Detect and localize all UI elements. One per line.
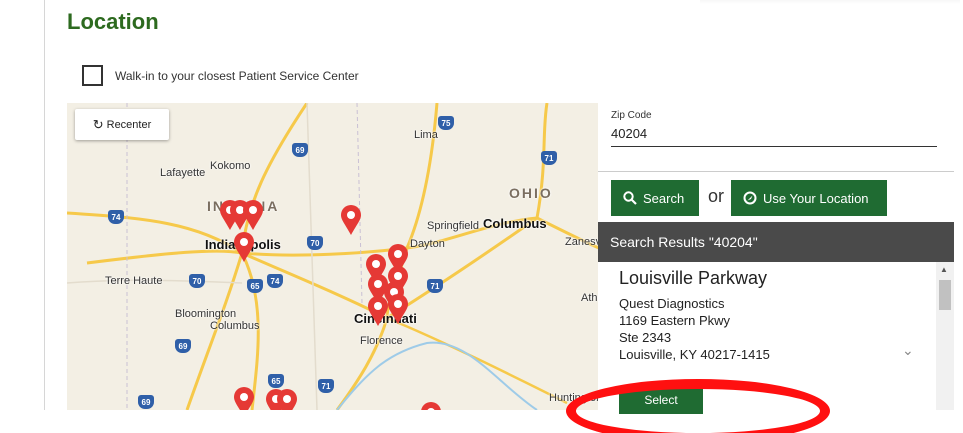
map-city-label: Florence [360,335,403,347]
scrollbar-thumb[interactable] [939,280,951,310]
map-pin[interactable] [233,231,255,263]
results-scrollbar[interactable]: ▲ [936,262,954,410]
route-shield: 71 [318,379,334,393]
map-pin[interactable] [367,295,389,327]
search-button-label: Search [643,190,685,206]
map-pin[interactable] [276,388,298,410]
zip-code-input[interactable]: 40204 [611,126,647,141]
map-city-label: Huntington [549,392,599,404]
map-city-label: Lima [414,129,438,141]
or-text: or [708,186,725,206]
map-pin[interactable] [420,401,442,410]
content-divider [44,0,45,410]
route-shield: 69 [175,339,191,353]
map-city-label: Dayton [410,238,445,250]
chevron-down-icon[interactable]: ⌄ [902,342,914,359]
search-results-header: Search Results "40204" [598,222,954,262]
result-address-line1: 1169 Eastern Pkwy [619,313,731,328]
route-shield: 70 [189,274,205,288]
map-city-label: Columbus [483,216,547,231]
route-shield: 65 [247,279,263,293]
search-button[interactable]: Search [611,180,699,216]
scroll-up-icon[interactable]: ▲ [940,265,948,274]
use-location-label: Use Your Location [763,190,869,206]
walkin-label: Walk-in to your closest Patient Service … [115,68,359,83]
route-shield: 65 [268,374,284,388]
map-pin[interactable] [387,293,409,325]
zip-code-label: Zip Code [611,110,652,121]
result-address-line2: Ste 2343 [619,330,672,345]
route-shield: 69 [138,395,154,409]
result-card[interactable]: Louisville Parkway Quest Diagnostics 116… [598,262,936,414]
route-shield: 71 [427,279,443,293]
map-pin[interactable] [233,386,255,410]
map-city-label: Athens [581,292,599,304]
walkin-checkbox[interactable] [82,65,103,86]
recenter-button[interactable]: ↻ Recenter [75,109,169,140]
map-city-label: Lafayette [160,167,206,179]
route-shield: 69 [292,143,308,157]
result-city-line: Louisville, KY 40217-1415 [619,347,770,362]
result-company: Quest Diagnostics [619,296,725,311]
route-shield: 70 [307,236,323,250]
zip-input-underline [611,146,937,147]
result-name: Louisville Parkway [619,268,768,288]
select-button[interactable]: Select [619,386,703,414]
map-city-label: Bloomington [175,308,237,320]
walkin-option[interactable]: Walk-in to your closest Patient Service … [82,65,359,86]
search-panel: Zip Code 40204 Search or Use Your Locati… [598,103,954,414]
map-city-label: Springfield [427,220,479,232]
recenter-label: Recenter [106,118,152,131]
map-state-label: OHIO [509,185,553,201]
map[interactable]: ↻ Recenter Lima Kokomo Lafayette INDIANA… [67,103,599,410]
map-city-label: Columbus [210,320,260,332]
map-roads [67,103,599,410]
route-shield: 75 [438,116,454,130]
map-pin[interactable] [340,204,362,236]
page-title: Location [67,9,159,34]
use-location-button[interactable]: Use Your Location [731,180,887,216]
map-city-label: Zanesville [565,236,599,248]
top-edge-artifact [700,0,960,4]
route-shield: 74 [108,210,124,224]
route-shield: 74 [267,274,283,288]
location-target-icon [743,191,757,205]
panel-divider [598,171,954,172]
refresh-icon: ↻ [92,116,104,132]
search-icon [623,191,637,205]
route-shield: 71 [541,151,557,165]
map-city-label: Terre Haute [105,275,163,287]
map-pin[interactable] [242,199,264,231]
map-city-label: Kokomo [210,160,251,172]
